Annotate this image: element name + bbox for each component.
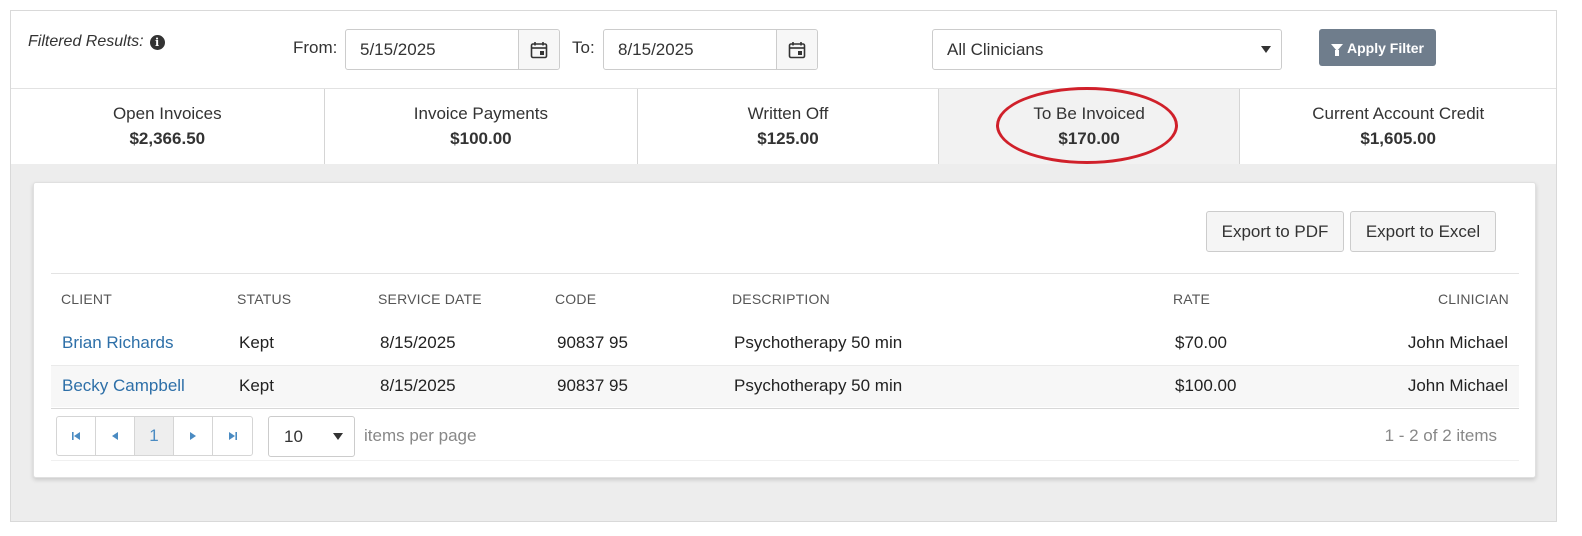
tab-invoice-payments[interactable]: Invoice Payments $100.00: [325, 89, 639, 164]
client-link[interactable]: Becky Campbell: [62, 376, 185, 396]
rate-cell: $70.00: [1175, 333, 1227, 352]
page-size-value[interactable]: 10: [284, 417, 303, 456]
first-page-icon: [72, 432, 80, 440]
tab-open-invoices[interactable]: Open Invoices $2,366.50: [11, 89, 325, 164]
pagination-controls: 1: [56, 416, 253, 456]
tab-title: Invoice Payments: [413, 104, 548, 123]
tab-value: $2,366.50: [129, 129, 206, 148]
export-pdf-button[interactable]: Export to PDF: [1206, 211, 1344, 252]
clinician-select[interactable]: All Clinicians: [932, 29, 1282, 70]
column-header-code[interactable]: CODE: [555, 291, 596, 307]
tab-title: Open Invoices: [112, 104, 222, 123]
pager: 1 10 items per page 1 - 2 of 2 items: [51, 408, 1519, 461]
chevron-down-icon[interactable]: [1261, 46, 1271, 53]
table-row: Becky Campbell Kept 8/15/2025 90837 95 P…: [51, 365, 1519, 407]
tab-title: To Be Invoiced: [1033, 104, 1145, 123]
results-panel: Export to PDF Export to Excel CLIENT STA…: [33, 182, 1536, 478]
prev-page-icon: [112, 432, 118, 440]
filter-bar: Filtered Results: i From: 5/15/2025 To: …: [11, 11, 1556, 89]
grid-header: CLIENT STATUS SERVICE DATE CODE DESCRIPT…: [51, 273, 1519, 323]
tab-current-account-credit[interactable]: Current Account Credit $1,605.00: [1240, 89, 1556, 164]
tab-value: $125.00: [757, 129, 819, 148]
to-date-value[interactable]: 8/15/2025: [604, 30, 776, 69]
page-size-select[interactable]: 10: [268, 416, 355, 457]
to-label: To:: [572, 38, 595, 57]
from-label: From:: [293, 38, 338, 57]
prev-page-button[interactable]: [96, 417, 135, 455]
tab-value: $170.00: [1058, 129, 1120, 148]
billing-panel-frame: Filtered Results: i From: 5/15/2025 To: …: [10, 10, 1557, 522]
summary-tabs: Open Invoices $2,366.50 Invoice Payments…: [11, 87, 1556, 164]
rate-cell: $100.00: [1175, 376, 1237, 395]
first-page-button[interactable]: [57, 417, 96, 455]
calendar-icon[interactable]: [518, 30, 559, 69]
column-header-clinician[interactable]: CLINICIAN: [1438, 291, 1509, 307]
service-date-cell: 8/15/2025: [380, 376, 456, 395]
tab-value: $100.00: [450, 129, 512, 148]
clinician-cell: John Michael: [1407, 376, 1508, 395]
from-date-value[interactable]: 5/15/2025: [346, 30, 518, 69]
table-row: Brian Richards Kept 8/15/2025 90837 95 P…: [51, 323, 1519, 365]
filtered-results-text: Filtered Results:: [28, 33, 144, 50]
code-cell: 90837 95: [557, 376, 628, 395]
last-page-button[interactable]: [213, 417, 252, 455]
column-header-description[interactable]: DESCRIPTION: [732, 291, 830, 307]
to-date-field[interactable]: 8/15/2025: [603, 29, 818, 70]
item-count: 1 - 2 of 2 items: [1384, 426, 1497, 445]
column-header-status[interactable]: STATUS: [237, 291, 291, 307]
next-page-icon: [190, 432, 196, 440]
apply-filter-label: Apply Filter: [1346, 39, 1424, 56]
tab-to-be-invoiced[interactable]: To Be Invoiced $170.00: [938, 87, 1241, 164]
tab-written-off[interactable]: Written Off $125.00: [638, 89, 939, 164]
service-date-cell: 8/15/2025: [380, 333, 456, 352]
description-cell: Psychotherapy 50 min: [734, 333, 903, 352]
invoice-grid: CLIENT STATUS SERVICE DATE CODE DESCRIPT…: [51, 273, 1519, 461]
filter-icon: [1330, 44, 1343, 56]
clinician-cell: John Michael: [1407, 333, 1508, 352]
page-button-current[interactable]: 1: [135, 417, 174, 455]
code-cell: 90837 95: [557, 333, 628, 352]
last-page-icon: [228, 432, 237, 440]
client-link[interactable]: Brian Richards: [62, 333, 174, 353]
tab-value: $1,605.00: [1360, 129, 1437, 148]
status-cell: Kept: [239, 376, 274, 395]
clinician-select-value[interactable]: All Clinicians: [947, 30, 1043, 69]
column-header-service-date[interactable]: SERVICE DATE: [378, 291, 482, 307]
export-excel-button[interactable]: Export to Excel: [1350, 211, 1496, 252]
description-cell: Psychotherapy 50 min: [734, 376, 903, 395]
tab-title: Current Account Credit: [1312, 104, 1485, 123]
filtered-results-label: Filtered Results: i: [28, 33, 165, 51]
info-icon[interactable]: i: [149, 34, 165, 50]
apply-filter-button[interactable]: Apply Filter: [1319, 29, 1436, 66]
chevron-down-icon[interactable]: [333, 433, 343, 440]
next-page-button[interactable]: [174, 417, 213, 455]
tab-title: Written Off: [747, 104, 829, 123]
status-cell: Kept: [239, 333, 274, 352]
items-per-page-label: items per page: [364, 426, 477, 445]
column-header-client[interactable]: CLIENT: [61, 291, 112, 307]
calendar-icon[interactable]: [776, 30, 817, 69]
highlight-circle: [995, 87, 1178, 164]
from-date-field[interactable]: 5/15/2025: [345, 29, 560, 70]
column-header-rate[interactable]: RATE: [1173, 291, 1210, 307]
